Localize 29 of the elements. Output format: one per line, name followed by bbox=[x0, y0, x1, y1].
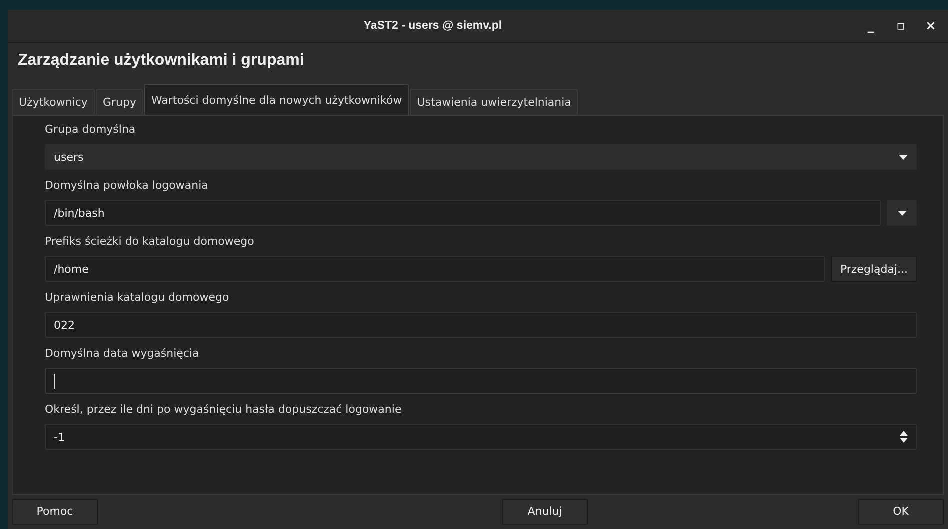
dropdown-arrow-icon[interactable] bbox=[898, 210, 906, 216]
field-label: Uprawnienia katalogu domowego bbox=[45, 290, 230, 306]
tab[interactable]: Użytkownicy bbox=[12, 89, 95, 115]
field-label: Prefiks ścieżki do katalogu domowego bbox=[45, 234, 256, 250]
input-field[interactable]: /home bbox=[45, 256, 826, 282]
cancel-button[interactable]: Anuluj bbox=[502, 498, 588, 524]
field-label: Grupa domyślna bbox=[45, 122, 137, 138]
dropdown-field[interactable]: users bbox=[45, 144, 917, 170]
spin-field[interactable]: -1 bbox=[45, 424, 917, 450]
field-label: Domyślna powłoka logowania bbox=[45, 178, 210, 194]
input-field[interactable]: 022 bbox=[45, 312, 917, 338]
browse-button[interactable]: Przeglądaj... bbox=[831, 256, 917, 282]
help-button[interactable]: Pomoc bbox=[12, 498, 98, 524]
tab[interactable]: Ustawienia uwierzytelniania bbox=[410, 89, 578, 115]
field-label: Określ, przez ile dni po wygaśnięciu hasła dopuszczać logowanie bbox=[45, 402, 403, 418]
maximize-button[interactable]: ▫ bbox=[888, 18, 914, 34]
dropdown-arrow-icon[interactable] bbox=[899, 154, 908, 160]
field-label: Domyślna data wygaśnięcia bbox=[45, 346, 200, 362]
input-field[interactable] bbox=[45, 368, 917, 394]
window-title: YaST2 - users @ siemv.pl bbox=[362, 20, 504, 32]
tab[interactable]: Wartości domyślne dla nowych użytkowników bbox=[144, 84, 410, 115]
minimize-button[interactable]: _ bbox=[858, 18, 884, 34]
ok-button[interactable]: OK bbox=[858, 498, 944, 524]
tab[interactable]: Grupy bbox=[96, 89, 144, 115]
page-heading: Zarządzanie użytkownikami i grupami bbox=[17, 51, 306, 71]
close-button[interactable]: × bbox=[918, 18, 944, 34]
spin-arrows-icon[interactable] bbox=[900, 431, 908, 443]
text-cursor bbox=[54, 374, 55, 388]
dropdown-field[interactable]: /bin/bash bbox=[45, 200, 881, 226]
